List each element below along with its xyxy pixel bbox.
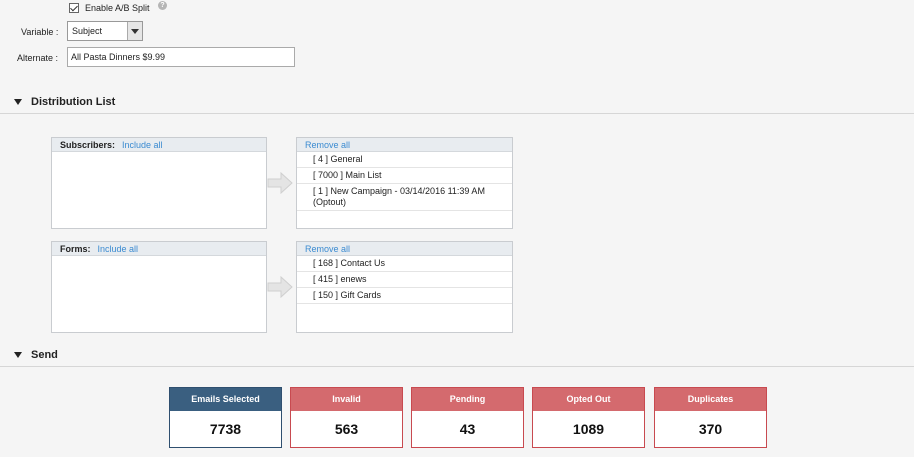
subscribers-include-all-link[interactable]: Include all — [122, 140, 163, 150]
alternate-input[interactable] — [67, 47, 295, 67]
divider — [0, 113, 914, 114]
stat-card-label: Invalid — [291, 388, 402, 411]
subscribers-available-panel: Subscribers: Include all — [51, 137, 267, 229]
forms-include-all-link[interactable]: Include all — [98, 244, 139, 254]
distribution-section-toggle[interactable]: Distribution List — [14, 96, 115, 108]
forms-remove-all-link[interactable]: Remove all — [305, 244, 350, 254]
forms-available-panel: Forms: Include all — [51, 241, 267, 333]
stat-card-invalid[interactable]: Invalid 563 — [290, 387, 403, 448]
stat-card-label: Duplicates — [655, 388, 766, 411]
list-item[interactable]: [ 150 ] Gift Cards — [297, 288, 512, 304]
subscribers-selected-header: Remove all — [297, 138, 512, 152]
list-item[interactable]: [ 7000 ] Main List — [297, 168, 512, 184]
chevron-down-icon[interactable] — [127, 22, 142, 40]
stat-card-value: 563 — [334, 421, 359, 437]
stat-card-duplicates[interactable]: Duplicates 370 — [654, 387, 767, 448]
list-item[interactable]: [ 168 ] Contact Us — [297, 256, 512, 272]
stat-card-value: 370 — [698, 421, 723, 437]
arrow-right-icon[interactable] — [267, 276, 293, 298]
send-title: Send — [31, 349, 58, 361]
stat-card-label: Pending — [412, 388, 523, 411]
forms-panel-header: Forms: Include all — [52, 242, 266, 256]
send-section-toggle[interactable]: Send — [14, 349, 58, 361]
forms-selected-panel: Remove all [ 168 ] Contact Us [ 415 ] en… — [296, 241, 513, 333]
stat-card-pending[interactable]: Pending 43 — [411, 387, 524, 448]
stat-card-emails-selected[interactable]: Emails Selected 7738 — [169, 387, 282, 448]
stat-card-opted-out[interactable]: Opted Out 1089 — [532, 387, 645, 448]
stat-card-value: 1089 — [572, 421, 605, 437]
list-item[interactable]: [ 4 ] General — [297, 152, 512, 168]
triangle-down-icon — [14, 352, 22, 358]
variable-label: Variable : — [21, 27, 59, 37]
ab-split-checkbox[interactable] — [69, 3, 79, 13]
forms-label: Forms: — [60, 243, 91, 254]
forms-selected-header: Remove all — [297, 242, 512, 256]
triangle-down-icon — [14, 99, 22, 105]
stat-card-value: 7738 — [209, 421, 242, 437]
arrow-right-icon[interactable] — [267, 172, 293, 194]
ab-split-label: Enable A/B Split — [85, 3, 150, 13]
list-item[interactable]: [ 415 ] enews — [297, 272, 512, 288]
alternate-label: Alternate : — [17, 53, 59, 63]
help-icon[interactable]: ? — [158, 1, 167, 10]
subscribers-label: Subscribers: — [60, 139, 116, 150]
stat-card-label: Opted Out — [533, 388, 644, 411]
stat-card-label: Emails Selected — [170, 388, 281, 411]
list-item[interactable]: [ 1 ] New Campaign - 03/14/2016 11:39 AM… — [297, 184, 512, 211]
subscribers-remove-all-link[interactable]: Remove all — [305, 140, 350, 150]
variable-select-value: Subject — [72, 26, 103, 36]
stat-card-value: 43 — [459, 421, 476, 437]
divider — [0, 366, 914, 367]
distribution-title: Distribution List — [31, 96, 116, 108]
variable-select[interactable]: Subject — [67, 21, 143, 41]
subscribers-selected-panel: Remove all [ 4 ] General [ 7000 ] Main L… — [296, 137, 513, 229]
subscribers-panel-header: Subscribers: Include all — [52, 138, 266, 152]
ab-split-toggle[interactable]: Enable A/B Split — [69, 2, 150, 14]
